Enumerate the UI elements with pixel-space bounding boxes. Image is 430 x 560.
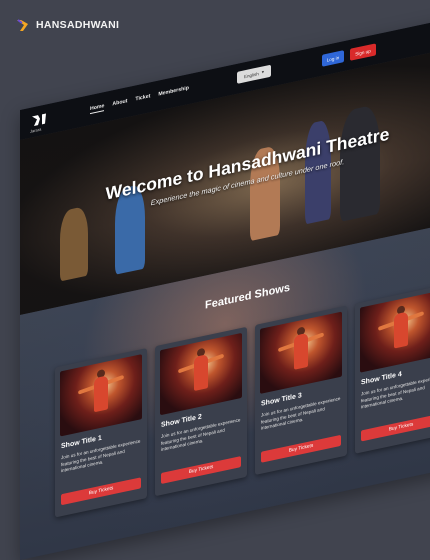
buy-tickets-button[interactable]: Buy Tickets [361,413,430,442]
language-value: English [243,70,259,79]
signup-button[interactable]: Sign up [350,43,376,61]
show-card: Show Title 4 Join us for an unforgettabl… [355,284,430,454]
buy-tickets-button[interactable]: Buy Tickets [61,477,141,506]
nav-link-membership[interactable]: Membership [158,85,189,99]
hansadhwani-logo-icon [17,19,28,31]
show-image [60,354,142,437]
show-image [360,290,430,373]
chevron-down-icon: ▾ [261,69,265,75]
show-image [160,332,242,416]
brand-logo: HANSADHWANI [15,17,119,33]
show-image [260,311,342,394]
show-card: Show Title 1 Join us for an unforgettabl… [55,348,147,518]
language-select[interactable]: English ▾ [237,64,271,84]
logo-subtext: Jarara [30,126,42,134]
show-card: Show Title 2 Join us for an unforgettabl… [155,326,247,497]
login-button[interactable]: Log in [322,50,344,67]
nav-link-home[interactable]: Home [90,103,105,115]
buy-tickets-button[interactable]: Buy Tickets [261,434,341,463]
nav-link-ticket[interactable]: Ticket [135,93,150,104]
nav-link-about[interactable]: About [112,98,127,109]
website-preview: Jarara Home About Ticket Membership Engl… [20,13,430,560]
brand-name: HANSADHWANI [36,19,120,31]
show-card: Show Title 3 Join us for an unforgettabl… [255,305,347,476]
buy-tickets-button[interactable]: Buy Tickets [161,456,241,485]
